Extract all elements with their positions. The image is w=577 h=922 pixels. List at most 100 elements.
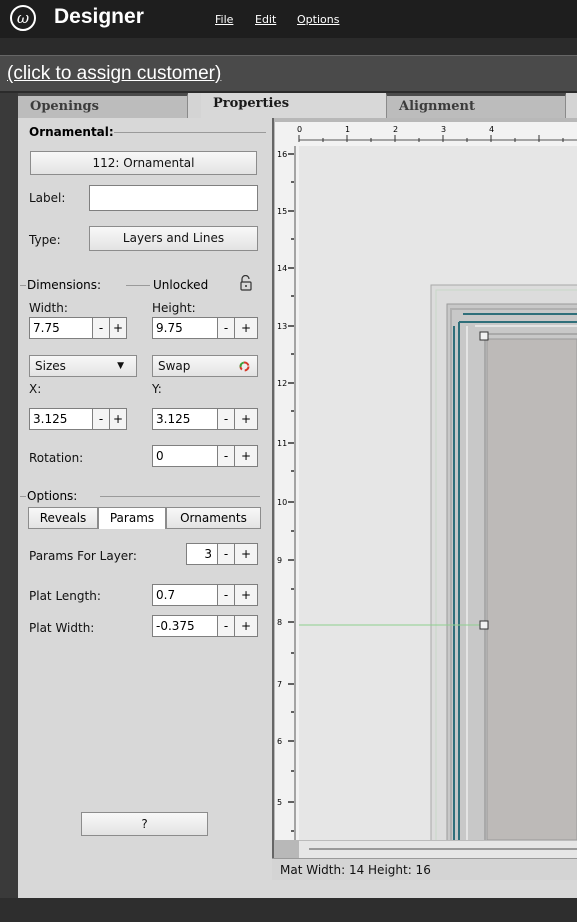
rotation-input[interactable]: 0 xyxy=(152,445,218,467)
plat-width-input[interactable]: -0.375 xyxy=(152,615,218,637)
ornament-select-button[interactable]: 112: Ornamental xyxy=(30,151,257,175)
ruler-label: 9 xyxy=(277,556,283,565)
params-for-layer-caption: Params For Layer: xyxy=(29,549,137,563)
options-tab-group: Reveals Params Ornaments xyxy=(28,507,261,530)
frame-drawing xyxy=(299,284,577,840)
ruler-label: 7 xyxy=(277,680,283,689)
top-ruler-ticks xyxy=(298,135,577,142)
assign-customer-link[interactable]: (click to assign customer) xyxy=(7,63,221,85)
horizontal-scrollbar[interactable] xyxy=(299,840,577,858)
width-input[interactable]: 7.75 xyxy=(29,317,93,339)
tab-openings[interactable]: Openings xyxy=(18,93,188,118)
rotation-caption: Rotation: xyxy=(29,451,84,465)
y-decrement-button[interactable]: - xyxy=(218,408,235,430)
bottom-bar xyxy=(0,898,577,922)
width-decrement-button[interactable]: - xyxy=(93,317,110,339)
tab-reveals[interactable]: Reveals xyxy=(28,507,98,529)
x-decrement-button[interactable]: - xyxy=(93,408,110,430)
divider xyxy=(20,496,26,497)
plat-width-decrement-button[interactable]: - xyxy=(218,615,235,637)
ruler-label: 15 xyxy=(277,207,288,216)
layer-increment-button[interactable]: + xyxy=(235,543,258,565)
height-decrement-button[interactable]: - xyxy=(218,317,235,339)
x-input[interactable]: 3.125 xyxy=(29,408,93,430)
app-name: Designer xyxy=(54,5,144,28)
dimensions-title: Dimensions: xyxy=(27,278,102,292)
tab-bar: Openings Properties Alignment xyxy=(18,93,577,118)
height-caption: Height: xyxy=(152,301,196,315)
lock-status-label: Unlocked xyxy=(153,278,209,292)
tab-params[interactable]: Params xyxy=(98,507,166,529)
tab-properties[interactable]: Properties xyxy=(201,93,386,118)
ruler-label: 0 xyxy=(297,125,303,134)
divider xyxy=(100,496,260,497)
type-button[interactable]: Layers and Lines xyxy=(89,226,258,251)
title-bar: ω Designer File Edit Options xyxy=(0,0,577,38)
left-ruler-ticks xyxy=(288,146,296,840)
swap-label: Swap xyxy=(158,359,191,373)
width-increment-button[interactable]: + xyxy=(110,317,127,339)
ruler-label: 12 xyxy=(277,379,288,388)
section-title: Ornamental: xyxy=(29,125,114,139)
rotation-decrement-button[interactable]: - xyxy=(218,445,235,467)
status-bar: Mat Width: 14 Height: 16 xyxy=(272,858,577,880)
type-caption: Type: xyxy=(29,233,61,247)
ruler-label: 2 xyxy=(393,125,399,134)
app-logo-icon: ω xyxy=(10,5,36,31)
ruler-label: 6 xyxy=(277,737,283,746)
left-strip xyxy=(0,93,18,898)
menu-options[interactable]: Options xyxy=(297,13,339,26)
y-increment-button[interactable]: + xyxy=(235,408,258,430)
plat-length-decrement-button[interactable]: - xyxy=(218,584,235,606)
customer-bar: (click to assign customer) xyxy=(0,55,577,91)
menu-edit[interactable]: Edit xyxy=(255,13,276,26)
left-ruler: 16 15 14 13 12 11 10 9 8 7 6 5 xyxy=(275,146,299,840)
x-caption: X: xyxy=(29,382,42,396)
plat-width-caption: Plat Width: xyxy=(29,621,95,635)
ruler-label: 5 xyxy=(277,798,283,807)
ruler-label: 3 xyxy=(441,125,447,134)
ruler-label: 11 xyxy=(277,439,288,448)
height-increment-button[interactable]: + xyxy=(235,317,258,339)
divider xyxy=(20,285,26,286)
ruler-label: 16 xyxy=(277,150,288,159)
height-input[interactable]: 9.75 xyxy=(152,317,218,339)
swap-button[interactable]: Swap xyxy=(152,355,258,377)
top-ruler: 0 1 2 3 4 xyxy=(275,122,577,146)
y-input[interactable]: 3.125 xyxy=(152,408,218,430)
y-caption: Y: xyxy=(152,382,162,396)
ruler-label: 8 xyxy=(277,618,283,627)
caret-down-icon: ▼ xyxy=(117,361,124,371)
ruler-label: 13 xyxy=(277,322,288,331)
ruler-label: 4 xyxy=(489,125,495,134)
ruler-label: 14 xyxy=(277,264,288,273)
width-caption: Width: xyxy=(29,301,68,315)
rotation-increment-button[interactable]: + xyxy=(235,445,258,467)
label-caption: Label: xyxy=(29,191,66,205)
params-for-layer-input[interactable]: 3 xyxy=(186,543,218,565)
tab-ornaments[interactable]: Ornaments xyxy=(166,507,261,529)
plat-length-increment-button[interactable]: + xyxy=(235,584,258,606)
divider xyxy=(114,132,266,133)
help-button[interactable]: ? xyxy=(81,812,208,836)
properties-panel: Ornamental: 112: Ornamental Label: Type:… xyxy=(18,118,272,898)
panel-footer xyxy=(18,880,577,898)
plat-width-increment-button[interactable]: + xyxy=(235,615,258,637)
options-title: Options: xyxy=(27,489,78,503)
scroll-track[interactable] xyxy=(309,848,577,850)
plat-length-input[interactable]: 0.7 xyxy=(152,584,218,606)
sizes-dropdown[interactable]: Sizes ▼ xyxy=(29,355,137,377)
layer-decrement-button[interactable]: - xyxy=(218,543,235,565)
x-increment-button[interactable]: + xyxy=(110,408,127,430)
ruler-label: 1 xyxy=(345,125,351,134)
sizes-label: Sizes xyxy=(35,359,66,373)
menu-file[interactable]: File xyxy=(215,13,233,26)
plat-length-caption: Plat Length: xyxy=(29,589,101,603)
tab-alignment[interactable]: Alignment xyxy=(386,93,566,118)
drawing-area[interactable] xyxy=(299,146,577,840)
label-input[interactable] xyxy=(89,185,258,211)
ruler-label: 10 xyxy=(277,498,288,507)
unlock-icon[interactable] xyxy=(239,275,253,291)
divider xyxy=(126,285,150,286)
mat-size-status: Mat Width: 14 Height: 16 xyxy=(280,863,431,877)
